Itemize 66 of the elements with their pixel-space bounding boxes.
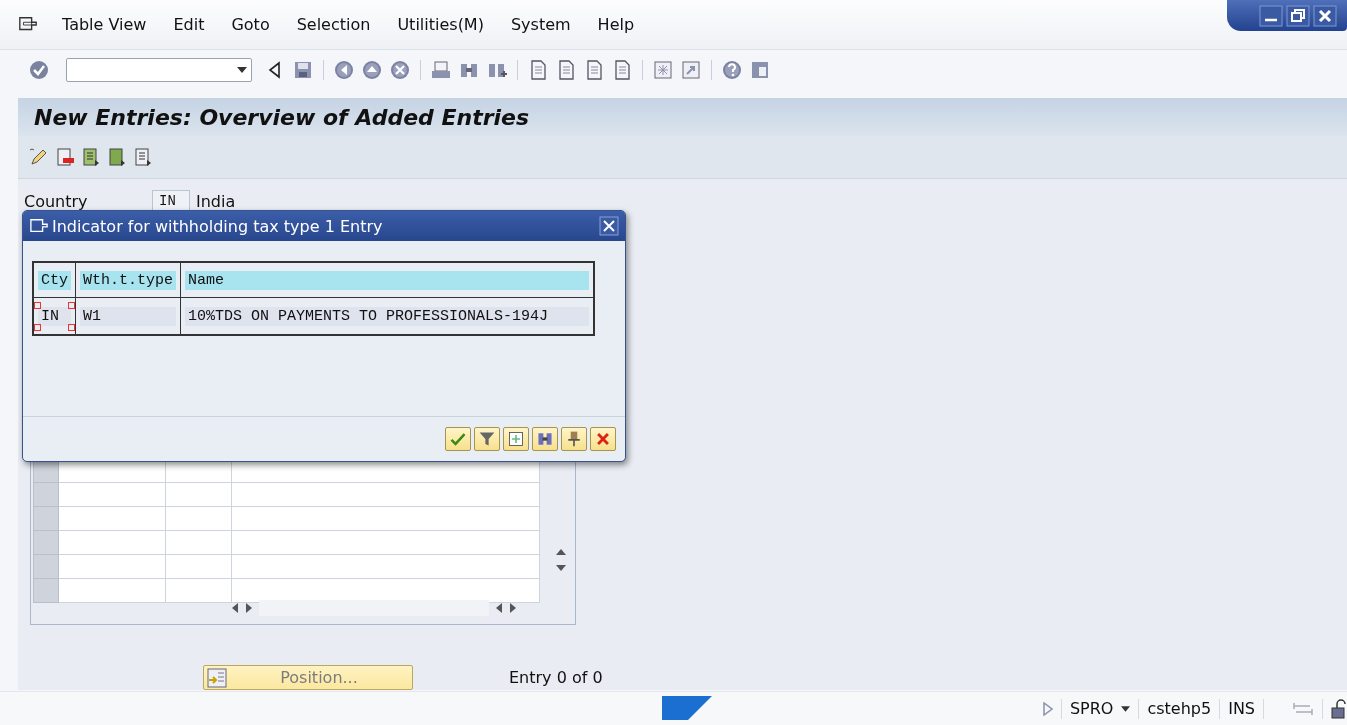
find-icon [536, 430, 554, 448]
position-icon [206, 667, 228, 688]
dropdown-caret-icon[interactable] [1121, 705, 1131, 712]
transaction-code[interactable]: SPRO [1069, 699, 1114, 718]
lock-icon [1331, 698, 1347, 719]
close-icon[interactable] [1313, 4, 1337, 27]
table-cell[interactable]: W1 [80, 306, 177, 326]
dialog-title: Indicator for withholding tax type 1 Entry [52, 216, 384, 236]
window-menu-icon[interactable] [29, 217, 49, 235]
delete-row-icon[interactable] [54, 146, 76, 168]
menu-item[interactable]: Goto [222, 11, 279, 38]
scroll-left-icon[interactable] [231, 602, 239, 614]
checkmark-icon [449, 430, 467, 448]
country-code-field[interactable]: IN [152, 190, 190, 212]
minimize-icon[interactable] [1259, 4, 1283, 27]
new-entry-button[interactable] [503, 427, 529, 451]
pin-icon [565, 430, 583, 448]
position-button[interactable]: Position... [203, 665, 413, 690]
help-icon[interactable] [721, 59, 743, 81]
column-header[interactable]: Name [185, 270, 590, 290]
cancel-button[interactable] [590, 427, 616, 451]
input-mode: INS [1228, 699, 1255, 718]
table-cell[interactable]: 10%TDS ON PAYMENTS TO PROFESSIONALS-194J [185, 306, 590, 326]
menu-item[interactable]: Selection [287, 11, 380, 38]
scroll-right-icon[interactable] [509, 602, 517, 614]
checkmark-button[interactable] [445, 427, 471, 451]
layout-icon[interactable] [749, 59, 771, 81]
column-header[interactable]: Cty [38, 270, 71, 290]
back-icon[interactable] [333, 59, 355, 81]
scroll-down-icon[interactable] [555, 564, 567, 572]
horizontal-scrollbar[interactable] [259, 600, 489, 616]
server-name: cstehp5 [1147, 699, 1212, 718]
filter-icon [478, 430, 496, 448]
cancel-icon[interactable] [389, 59, 411, 81]
country-name: India [196, 191, 236, 211]
cancel-icon [594, 430, 612, 448]
connection-icon [1292, 701, 1314, 716]
screen-title: New Entries: Overview of Added Entries [18, 98, 1347, 136]
pin-button[interactable] [561, 427, 587, 451]
shortcut-icon[interactable] [680, 59, 702, 81]
scroll-up-icon[interactable] [555, 548, 567, 556]
menu-item[interactable]: Table View [53, 11, 156, 38]
table-cell[interactable]: IN [38, 306, 71, 326]
up-icon[interactable] [361, 59, 383, 81]
dropdown-caret-icon[interactable] [237, 67, 247, 73]
menu-item[interactable]: System [501, 11, 580, 38]
country-label: Country [24, 191, 89, 211]
menu-item[interactable]: Help [588, 11, 644, 38]
menu-item[interactable]: Utilities(M) [388, 11, 493, 38]
print-icon[interactable] [430, 59, 452, 81]
new-entry-icon [507, 430, 525, 448]
find-button[interactable] [532, 427, 558, 451]
logo-icon [662, 696, 712, 720]
close-icon[interactable] [599, 216, 619, 236]
save-icon[interactable] [292, 59, 314, 81]
menu-item[interactable]: Edit [164, 11, 214, 38]
new-window-icon[interactable] [652, 59, 674, 81]
column-header[interactable]: Wth.t.type [80, 270, 177, 290]
command-field[interactable] [66, 58, 252, 82]
checkmark-icon[interactable] [28, 59, 50, 81]
scroll-right-icon[interactable] [245, 602, 253, 614]
filter-button[interactable] [474, 427, 500, 451]
entry-counter: Entry 0 of 0 [509, 668, 603, 687]
scroll-left-icon[interactable] [495, 602, 503, 614]
expand-triangle-icon[interactable] [1042, 701, 1053, 716]
restore-icon[interactable] [1286, 4, 1310, 27]
